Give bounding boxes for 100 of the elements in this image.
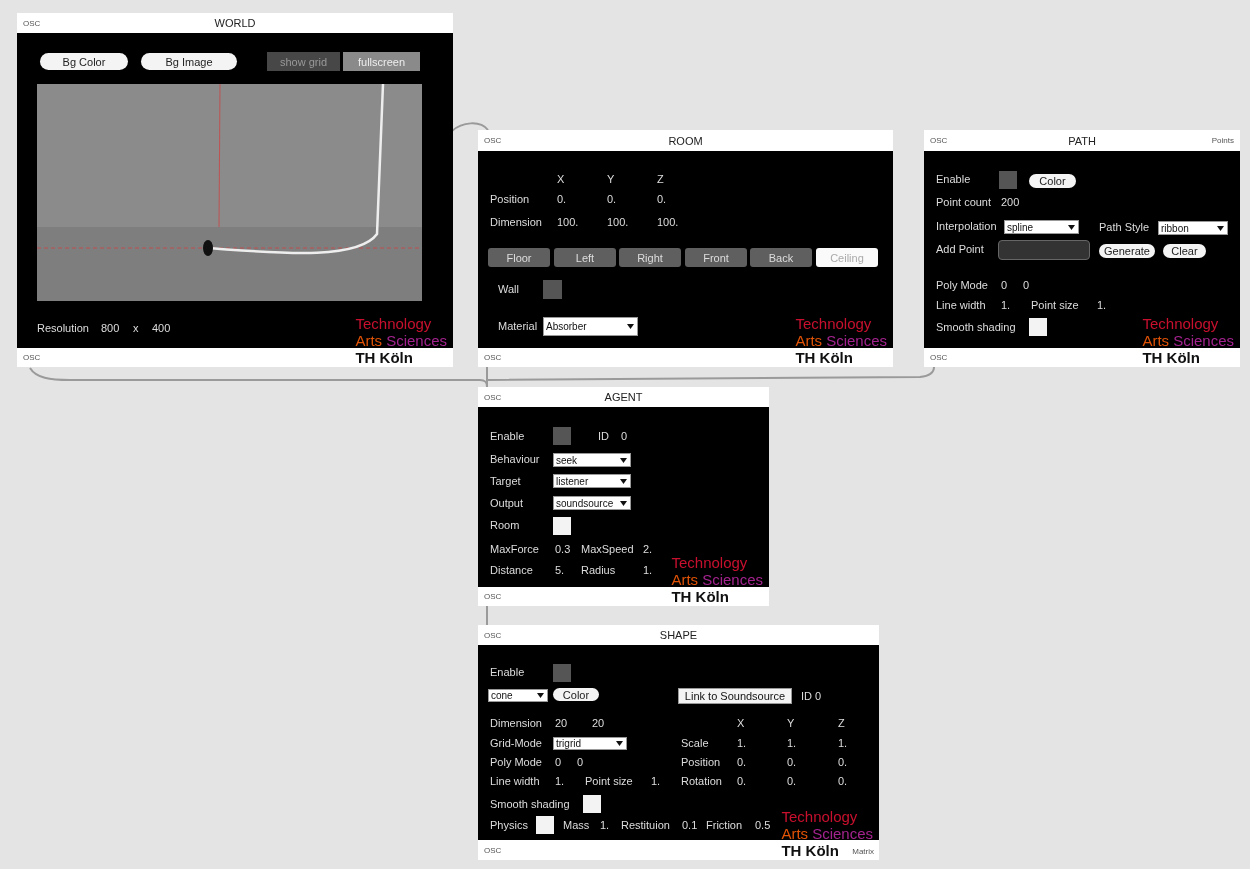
rounded-button[interactable]: Color <box>553 688 599 701</box>
field-label: Rotation <box>681 775 722 787</box>
field-label: 100. <box>657 216 679 228</box>
field-label: 1. <box>838 737 848 749</box>
field-label: 0. <box>787 756 797 768</box>
wall-tab[interactable]: Back <box>750 248 812 267</box>
field-label: 0. <box>737 756 747 768</box>
logo-text: Arts <box>355 332 383 349</box>
field-label: Physics <box>490 819 528 831</box>
field-label: Material <box>498 320 538 332</box>
caret-icon <box>620 478 627 484</box>
rounded-button[interactable]: Clear <box>1163 244 1206 258</box>
wall-tab[interactable]: Left <box>554 248 616 267</box>
field-label: 1. <box>1001 299 1011 311</box>
osc-label: OSC <box>930 353 948 362</box>
caret-icon <box>620 457 627 463</box>
field-label: 0.3 <box>555 543 571 555</box>
field-label: Line width <box>490 775 540 787</box>
logo-text: TH Köln <box>671 588 729 605</box>
field-label: Scale <box>681 737 709 749</box>
corner-label: Matrix <box>852 847 874 856</box>
panel-title: PATH <box>1068 134 1096 147</box>
toggle[interactable] <box>553 664 571 682</box>
field-label: Add Point <box>936 243 984 255</box>
toggle[interactable] <box>553 517 571 535</box>
osc-label: OSC <box>23 18 41 28</box>
field-label: 0. <box>607 193 617 205</box>
field-label: Y <box>787 717 795 729</box>
osc-label: OSC <box>930 136 948 145</box>
toggle[interactable] <box>553 427 571 445</box>
field-label: Enable <box>490 666 525 678</box>
logo-text: Arts <box>795 332 823 349</box>
logo-text: TH Köln <box>1142 349 1200 366</box>
field-label: MaxForce <box>490 543 539 555</box>
field-label: Wall <box>498 283 519 295</box>
field-label: 800 <box>101 322 120 334</box>
dropdown[interactable]: trigrid <box>553 737 627 750</box>
logo-text: Technology <box>671 554 748 571</box>
field-label: Point count <box>936 196 992 208</box>
toggle[interactable] <box>1029 318 1047 336</box>
osc-label: OSC <box>484 136 502 145</box>
dropdown[interactable]: seek <box>553 453 631 467</box>
rounded-button[interactable]: Generate <box>1099 244 1155 258</box>
logo-text: Arts <box>781 825 809 842</box>
link-button[interactable]: Link to Soundsource <box>678 688 792 704</box>
field-label: 0. <box>838 756 848 768</box>
osc-label: OSC <box>23 353 41 362</box>
rounded-button[interactable]: Color <box>1029 174 1076 188</box>
toggle[interactable] <box>536 816 554 834</box>
wall-tab[interactable]: Floor <box>488 248 550 267</box>
field-label: Position <box>681 756 721 768</box>
dropdown[interactable]: soundsource <box>553 496 631 510</box>
field-label: Restituion <box>621 819 670 831</box>
field-label: MaxSpeed <box>581 543 634 555</box>
field-label: Poly Mode <box>490 756 542 768</box>
field-label: 20 <box>592 717 605 729</box>
field-label: Interpolation <box>936 220 997 232</box>
field-label: x <box>133 322 139 334</box>
field-label: 0. <box>557 193 567 205</box>
dropdown[interactable]: spline <box>1004 220 1079 234</box>
caret-icon <box>1068 224 1075 230</box>
toggle[interactable] <box>543 280 562 299</box>
field-label: 0. <box>787 775 797 787</box>
wall-tab[interactable]: Right <box>619 248 681 267</box>
field-label: Target <box>490 475 521 487</box>
rounded-button[interactable]: Bg Image <box>141 53 237 70</box>
logo-text: Technology <box>355 315 432 332</box>
logo-text: Sciences <box>702 571 763 588</box>
logo-text: Technology <box>781 808 858 825</box>
osc-label: OSC <box>484 392 502 402</box>
field-label: Point size <box>585 775 633 787</box>
rounded-button[interactable]: Bg Color <box>40 53 128 70</box>
logo-text: Sciences <box>1173 332 1234 349</box>
corner-label: Points <box>1211 136 1234 145</box>
toggle[interactable] <box>583 795 601 813</box>
logo-text: Technology <box>1142 315 1219 332</box>
input-field[interactable] <box>998 240 1090 260</box>
field-label: Path Style <box>1099 221 1150 233</box>
field-label: 1. <box>600 819 610 831</box>
field-label: 1. <box>787 737 797 749</box>
field-label: Mass <box>563 819 590 831</box>
osc-label: OSC <box>484 630 502 640</box>
field-label: Y <box>607 173 615 185</box>
field-label: Dimension <box>490 717 542 729</box>
dropdown[interactable]: cone <box>488 689 548 702</box>
wall-tab[interactable]: Front <box>685 248 747 267</box>
dropdown[interactable]: ribbon <box>1158 221 1228 235</box>
field-label: Line width <box>936 299 986 311</box>
logo-text: Sciences <box>812 825 873 842</box>
field-label: Resolution <box>37 322 89 334</box>
panel-title: SHAPE <box>659 629 698 641</box>
toggle[interactable] <box>999 171 1017 189</box>
field-label: 0. <box>657 193 667 205</box>
field-label: Smooth shading <box>936 321 1016 333</box>
dropdown[interactable]: Absorber <box>543 317 638 336</box>
field-label: Grid-Mode <box>490 737 542 749</box>
osc-label: OSC <box>484 845 502 855</box>
field-label: 100. <box>607 216 629 228</box>
field-label: Point size <box>1031 299 1079 311</box>
dropdown[interactable]: listener <box>553 474 631 488</box>
